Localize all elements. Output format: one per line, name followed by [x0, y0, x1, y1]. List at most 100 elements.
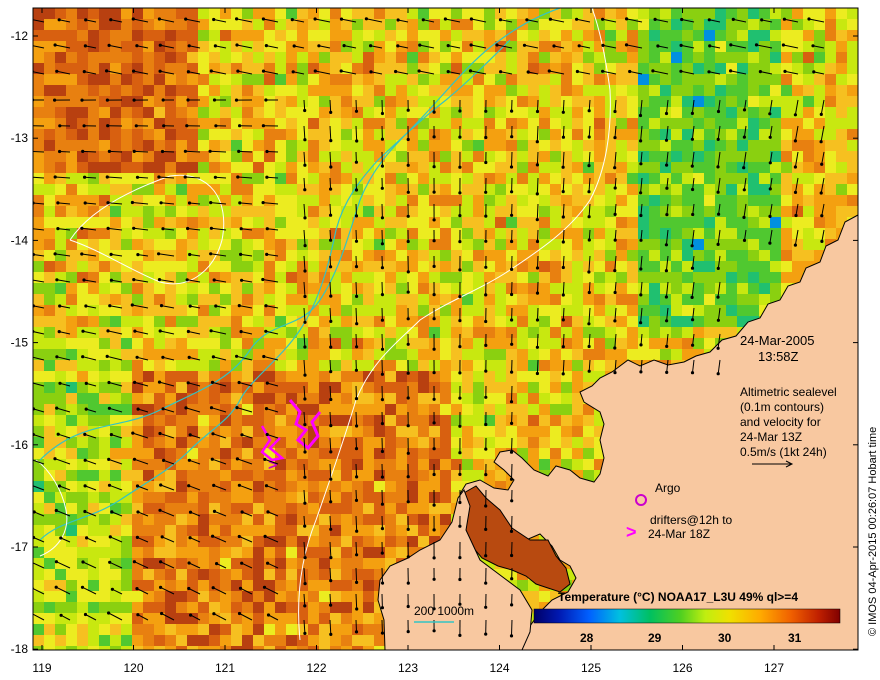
sst-cell — [759, 107, 770, 118]
sst-cell — [638, 129, 649, 140]
velocity-vector-head — [105, 69, 109, 73]
sst-cell — [209, 140, 220, 151]
sst-cell — [330, 52, 341, 63]
sst-cell — [385, 118, 396, 129]
sst-cell — [341, 580, 352, 591]
sst-cell — [275, 371, 286, 382]
sst-cell — [374, 195, 385, 206]
velocity-vector-head — [369, 44, 373, 48]
sst-cell — [330, 195, 341, 206]
sst-cell — [825, 19, 836, 30]
sst-cell — [671, 162, 682, 173]
sst-cell — [440, 503, 451, 514]
sst-cell — [231, 547, 242, 558]
sst-cell — [660, 74, 671, 85]
sst-cell — [143, 151, 154, 162]
velocity-vector-head — [690, 111, 695, 115]
sst-cell — [385, 195, 396, 206]
sst-cell — [264, 140, 275, 151]
sst-cell — [627, 349, 638, 360]
sst-cell — [660, 272, 671, 283]
sst-cell — [209, 294, 220, 305]
velocity-vector-head — [793, 243, 798, 247]
sst-cell — [275, 503, 286, 514]
sst-cell — [242, 470, 253, 481]
sst-cell — [55, 162, 66, 173]
sst-cell — [242, 415, 253, 426]
sst-cell — [572, 316, 583, 327]
sst-cell — [693, 74, 704, 85]
sst-cell — [44, 162, 55, 173]
sst-cell — [66, 437, 77, 448]
sst-cell — [242, 360, 253, 371]
sst-cell — [418, 327, 429, 338]
sst-cell — [836, 140, 847, 151]
sst-cell — [44, 250, 55, 261]
sst-cell — [77, 173, 88, 184]
velocity-vector-head — [355, 139, 359, 143]
sst-cell — [770, 19, 781, 30]
sst-cell — [539, 305, 550, 316]
sst-cell — [99, 129, 110, 140]
sst-cell — [550, 184, 561, 195]
sst-cell — [121, 525, 132, 536]
sst-cell — [704, 129, 715, 140]
sst-cell — [242, 107, 253, 118]
sst-cell — [198, 547, 209, 558]
sst-cell — [88, 107, 99, 118]
sst-cell — [319, 635, 330, 646]
sst-cell — [418, 162, 429, 173]
sst-cell — [99, 547, 110, 558]
sst-cell — [660, 184, 671, 195]
sst-cell — [704, 52, 715, 63]
sst-cell — [385, 338, 396, 349]
sst-cell — [154, 492, 165, 503]
sst-cell — [396, 316, 407, 327]
sst-cell — [143, 52, 154, 63]
sst-cell — [715, 85, 726, 96]
sst-cell — [253, 129, 264, 140]
sst-cell — [440, 448, 451, 459]
sst-cell — [517, 360, 528, 371]
sst-cell — [440, 19, 451, 30]
sst-cell — [583, 118, 594, 129]
sst-cell — [539, 338, 550, 349]
sst-cell — [616, 294, 627, 305]
sst-cell — [110, 184, 121, 195]
velocity-vector — [355, 125, 358, 142]
sst-cell — [374, 525, 385, 536]
sst-cell — [319, 316, 330, 327]
sst-cell — [55, 602, 66, 613]
sst-cell — [44, 371, 55, 382]
sst-cell — [121, 437, 132, 448]
sst-cell — [121, 470, 132, 481]
sst-cell — [561, 173, 572, 184]
sst-cell — [286, 635, 297, 646]
velocity-vector-head — [499, 70, 503, 74]
sst-cell — [176, 283, 187, 294]
sst-cell — [132, 470, 143, 481]
sst-cell — [704, 30, 715, 41]
sst-cell — [440, 151, 451, 162]
sst-cell — [561, 63, 572, 74]
sst-cell — [55, 206, 66, 217]
sst-cell — [99, 107, 110, 118]
sst-cell — [627, 272, 638, 283]
sst-cell — [330, 613, 341, 624]
sst-cell — [396, 96, 407, 107]
sst-cell — [583, 140, 594, 151]
sst-cell — [253, 459, 264, 470]
sst-cell — [539, 591, 550, 602]
sst-cell — [44, 602, 55, 613]
sst-cell — [374, 646, 385, 650]
sst-cell — [187, 239, 198, 250]
sst-cell — [627, 151, 638, 162]
sst-cell — [176, 30, 187, 41]
sst-cell — [748, 162, 759, 173]
sst-cell — [209, 74, 220, 85]
velocity-vector-head — [625, 17, 629, 21]
sst-cell — [440, 74, 451, 85]
sst-cell — [154, 294, 165, 305]
velocity-vector-head — [639, 238, 643, 242]
sst-cell — [770, 140, 781, 151]
